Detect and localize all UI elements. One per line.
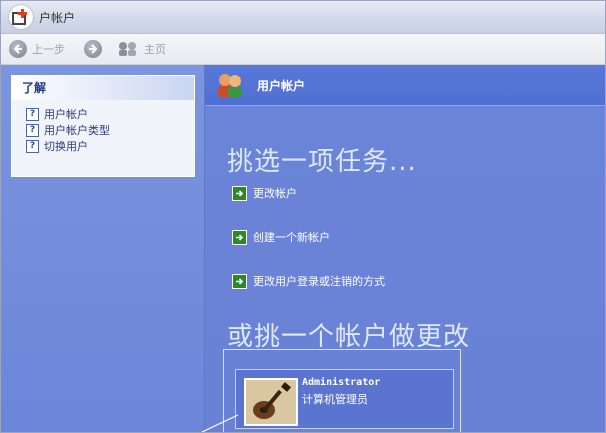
- learn-about-list: ? 用户帐户 ? 用户帐户类型 ? 切换用户: [12, 100, 194, 154]
- user-accounts-window: 户帐户 上一步 主页 了解 ? 用户帐户 ? 用户帐户类型 ? 切换用户 用户帐…: [0, 0, 606, 433]
- green-arrow-icon: [232, 273, 247, 289]
- left-task-pane: 了解 ? 用户帐户 ? 用户帐户类型 ? 切换用户: [1, 65, 204, 432]
- window-title: 户帐户: [39, 11, 76, 25]
- account-name: Administrator: [302, 377, 381, 388]
- help-icon: ?: [26, 123, 39, 137]
- forward-button[interactable]: [84, 39, 102, 59]
- annotation-pointer-line: [201, 414, 239, 432]
- account-list: Administrator 计算机管理员: [223, 349, 461, 432]
- back-button[interactable]: 上一步: [9, 39, 65, 59]
- learn-link-label: 用户帐户类型: [44, 124, 110, 137]
- help-icon: ?: [26, 139, 39, 153]
- back-arrow-icon: [9, 40, 27, 58]
- home-label: 主页: [144, 43, 166, 56]
- green-arrow-icon: [232, 185, 247, 201]
- pick-task-heading: 挑选一项任务...: [227, 147, 417, 177]
- green-arrow-icon: [232, 229, 247, 245]
- pick-account-heading: 或挑一个帐户做更改: [227, 322, 471, 352]
- user-accounts-app-icon: [9, 5, 33, 29]
- learn-link-account-types[interactable]: ? 用户帐户类型: [26, 122, 194, 138]
- task-label: 创建一个新帐户: [253, 231, 330, 244]
- title-bar[interactable]: 户帐户: [1, 1, 605, 34]
- task-label: 更改用户登录或注销的方式: [253, 275, 385, 288]
- task-change-logon-logoff[interactable]: 更改用户登录或注销的方式: [232, 273, 385, 289]
- users-home-icon: [119, 42, 136, 56]
- toolbar: 上一步 主页: [1, 34, 605, 65]
- account-card-administrator[interactable]: Administrator 计算机管理员: [235, 369, 454, 429]
- account-role: 计算机管理员: [302, 393, 368, 406]
- users-icon: [218, 74, 242, 97]
- learn-about-panel: 了解 ? 用户帐户 ? 用户帐户类型 ? 切换用户: [11, 75, 195, 177]
- learn-link-label: 切换用户: [44, 140, 88, 153]
- main-header: 用户帐户: [205, 65, 605, 106]
- task-label: 更改帐户: [253, 187, 297, 200]
- learn-about-heading: 了解: [12, 76, 194, 100]
- main-content-pane: 用户帐户 挑选一项任务... 更改帐户 创建一个新帐户 更改用户登录或注销的方式…: [204, 65, 605, 432]
- task-create-account[interactable]: 创建一个新帐户: [232, 229, 330, 245]
- home-button[interactable]: 主页: [117, 39, 166, 59]
- learn-link-label: 用户帐户: [44, 108, 88, 121]
- forward-arrow-icon: [84, 40, 102, 58]
- back-label: 上一步: [32, 43, 65, 56]
- learn-link-user-accounts[interactable]: ? 用户帐户: [26, 106, 194, 122]
- guitar-picture: [244, 378, 298, 426]
- main-header-title: 用户帐户: [257, 79, 306, 93]
- help-icon: ?: [26, 107, 39, 121]
- learn-link-switch-users[interactable]: ? 切换用户: [26, 138, 194, 154]
- task-change-account[interactable]: 更改帐户: [232, 185, 297, 201]
